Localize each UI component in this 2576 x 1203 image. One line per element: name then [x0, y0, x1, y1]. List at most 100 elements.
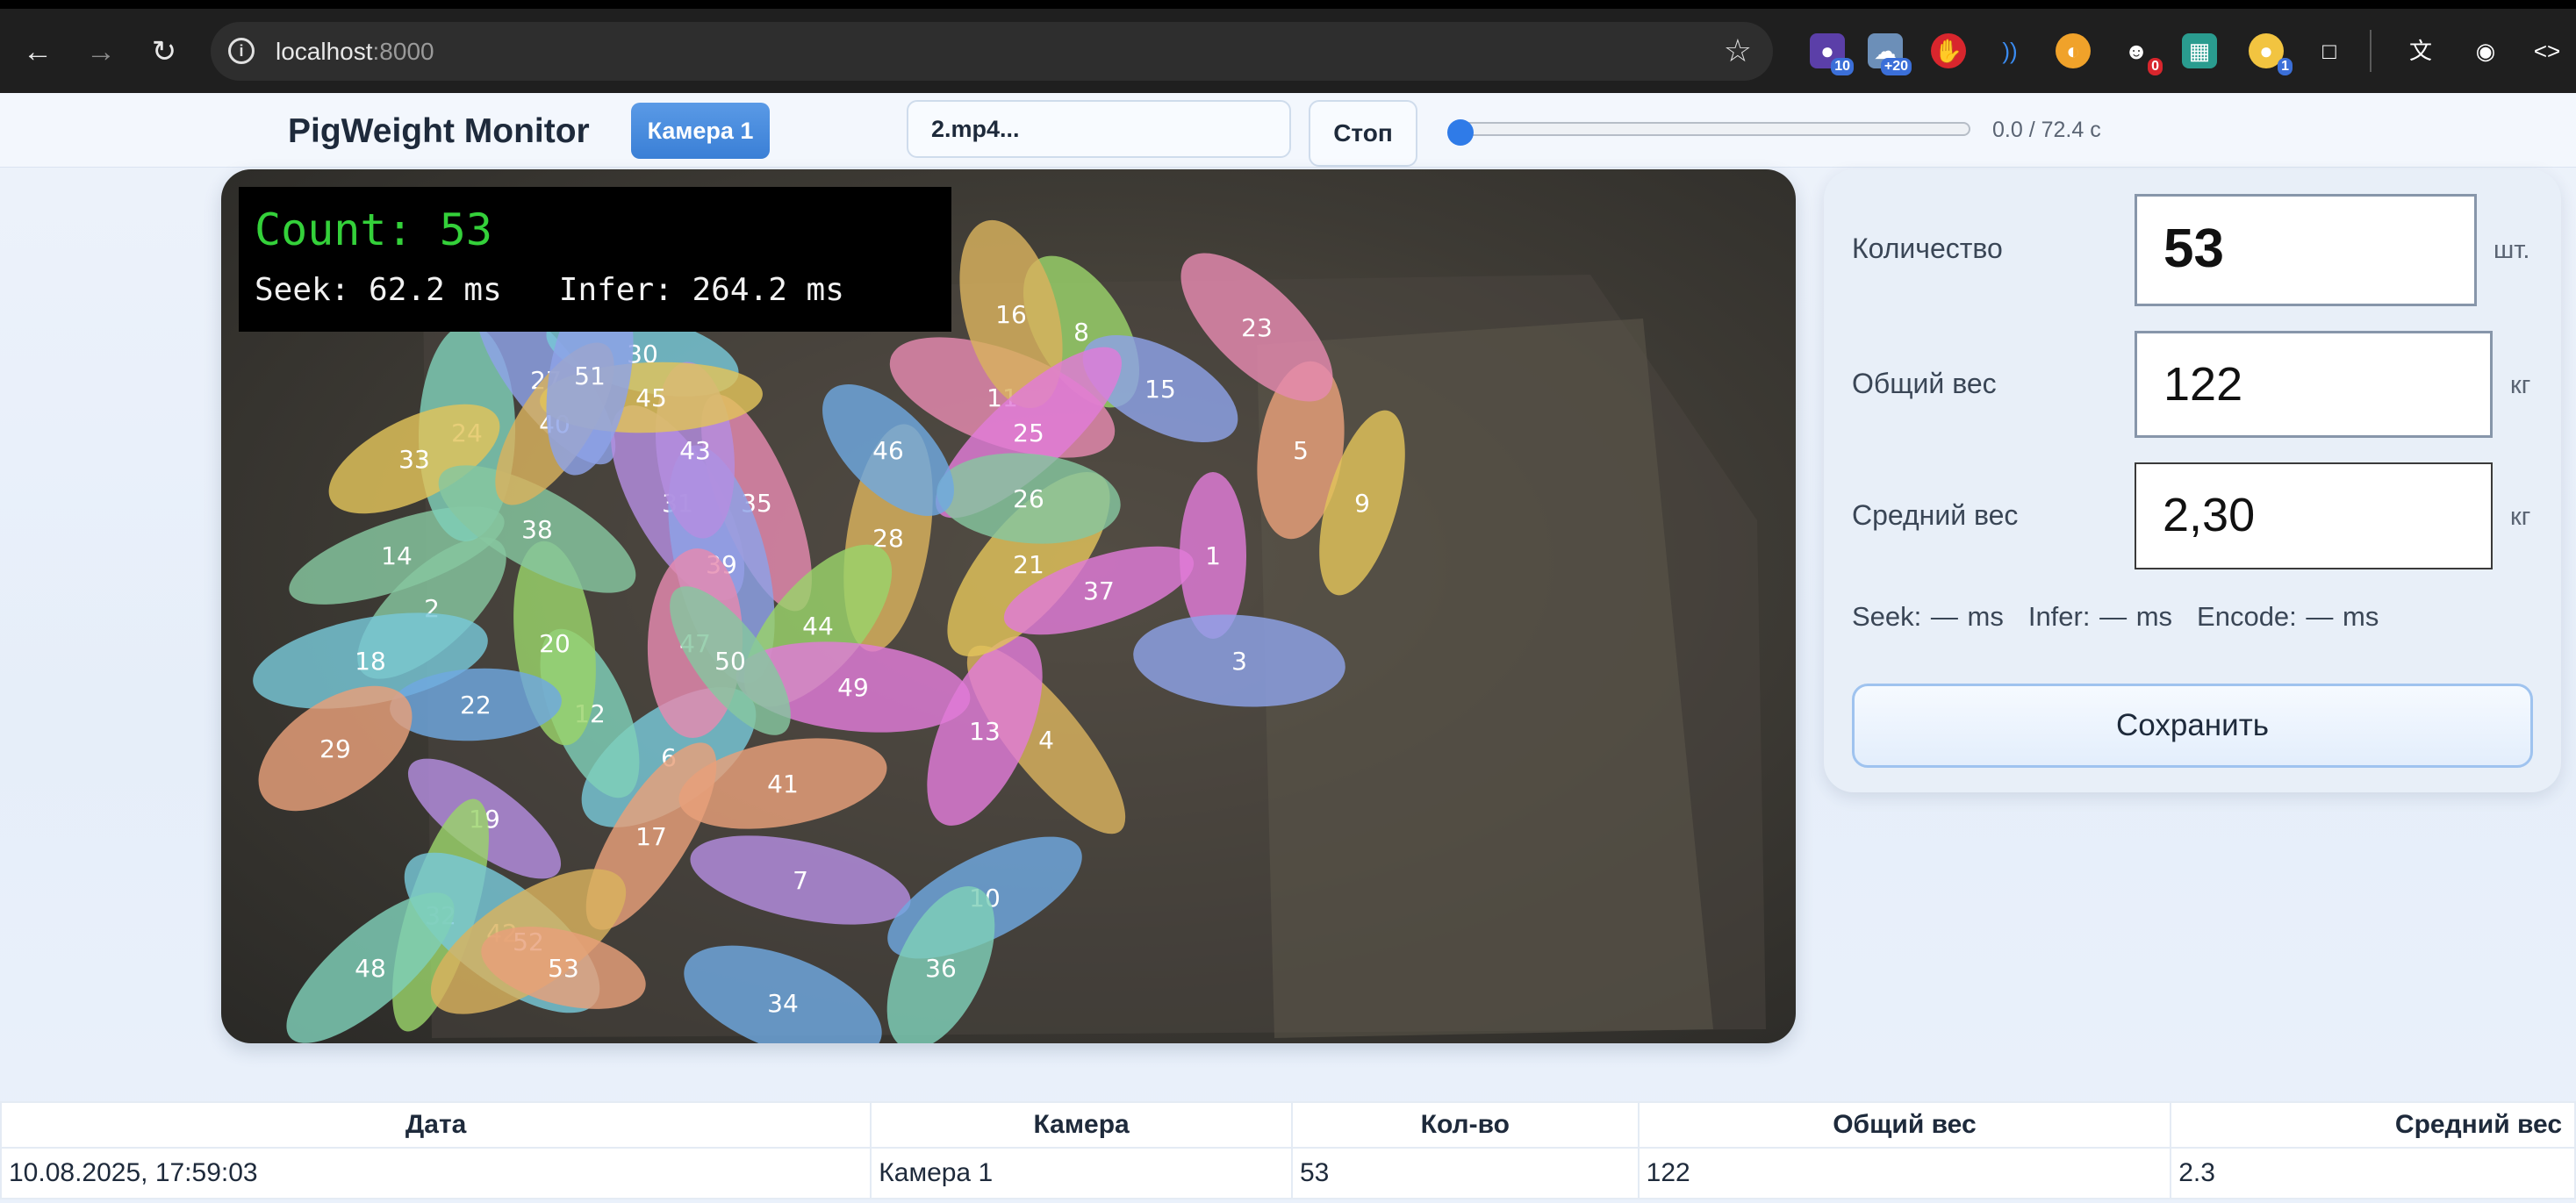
tab-strip: [0, 0, 2576, 9]
save-button[interactable]: Сохранить: [1852, 684, 2533, 768]
file-select[interactable]: 2.mp4...: [907, 100, 1291, 158]
pig-id-label: 15: [1144, 375, 1176, 404]
col-header-camera: Камера: [870, 1101, 1293, 1149]
col-header-count: Кол-во: [1290, 1101, 1640, 1149]
seek-timing: Seek: — ms: [1852, 601, 2004, 632]
ghost-extension-icon[interactable]: ☻ 0: [2119, 33, 2163, 75]
pig-id-label: 1: [1205, 541, 1221, 570]
pig-id-label: 21: [1013, 550, 1044, 579]
pig-id-label: 44: [802, 612, 834, 641]
metrics-panel: Количество 53 шт. Общий вес 122 кг Средн…: [1824, 169, 2561, 792]
time-label: 0.0 / 72.4 с: [1992, 118, 2101, 142]
weather-extension-icon[interactable]: ☁ +20: [1868, 33, 1912, 75]
avg-weight-label: Средний вес: [1852, 499, 2019, 531]
wifi-extension-icon[interactable]: )): [1992, 33, 2027, 68]
pig-id-label: 14: [381, 541, 413, 570]
url-text[interactable]: localhost:8000: [276, 38, 434, 66]
puzzle-extensions-icon[interactable]: □: [2312, 33, 2347, 68]
cell-camera: Камера 1: [870, 1147, 1293, 1199]
total-weight-field[interactable]: 122: [2135, 331, 2493, 438]
pig-id-label: 4: [1038, 726, 1054, 755]
browser-toolbar: ← → ↻ i localhost:8000 ☆ ● 10 ☁ +20 ✋ )) ◐…: [0, 0, 2576, 93]
screenshot-icon[interactable]: ◉: [2468, 33, 2503, 68]
pig-id-label: 16: [995, 300, 1027, 329]
pig-id-label: 7: [793, 866, 808, 895]
avg-weight-field[interactable]: 2,30: [2135, 462, 2493, 569]
translate-icon[interactable]: 文: [2403, 33, 2438, 68]
stop-hand-extension-icon[interactable]: ✋: [1931, 33, 1966, 68]
extension-badge: 0: [2148, 58, 2163, 75]
avg-weight-unit: кг: [2510, 503, 2531, 531]
pig-id-label: 9: [1354, 489, 1370, 518]
total-weight-unit: кг: [2510, 371, 2531, 399]
seek-slider[interactable]: [1451, 122, 1970, 136]
bookmark-star-icon[interactable]: ☆: [1724, 32, 1752, 69]
pig-id-label: 41: [767, 770, 799, 798]
pig-id-label: 53: [548, 954, 579, 983]
pig-id-label: 48: [355, 954, 386, 983]
video-frame: 1234567891011121314151617181920212223242…: [221, 169, 1796, 1043]
app-title: PigWeight Monitor: [288, 112, 590, 150]
forward-icon[interactable]: →: [83, 33, 119, 70]
count-label: Количество: [1852, 233, 2003, 264]
pig-id-label: 36: [925, 954, 957, 983]
pig-id-label: 3: [1231, 647, 1247, 676]
pig-id-label: 22: [460, 691, 492, 720]
count-field[interactable]: 53: [2135, 194, 2477, 306]
back-icon[interactable]: ←: [19, 33, 56, 70]
extension-badge: 1: [2278, 58, 2293, 75]
extension-icon[interactable]: ● 10: [1810, 33, 1854, 75]
pig-id-label: 49: [837, 673, 869, 702]
chart-extension-icon[interactable]: ◐: [2056, 33, 2091, 68]
cell-count: 53: [1290, 1147, 1640, 1199]
extension-badge: 10: [1831, 58, 1854, 75]
cell-avg-weight: 2.3: [2170, 1147, 2576, 1199]
infer-timing: Infer: — ms: [2027, 601, 2173, 632]
history-table: Дата Камера Кол-во Общий вес Средний вес…: [0, 1101, 2576, 1199]
overlay-timings: Seek: 62.2 ms Infer: 264.2 ms: [255, 272, 844, 308]
stop-button[interactable]: Стоп: [1309, 100, 1417, 167]
overlay-count: Count: 53: [255, 204, 492, 255]
cell-total-weight: 122: [1637, 1147, 2172, 1199]
pig-id-label: 18: [355, 647, 386, 676]
seek-slider-thumb[interactable]: [1447, 119, 1474, 146]
extension-badge: +20: [1880, 58, 1912, 75]
col-header-date: Дата: [0, 1101, 872, 1149]
pig-id-label: 50: [714, 647, 746, 676]
pig-id-label: 43: [679, 436, 711, 465]
pig-id-label: 23: [1241, 313, 1273, 342]
count-unit: шт.: [2493, 236, 2530, 264]
url-port: :8000: [372, 38, 434, 65]
pig-id-label: 51: [574, 362, 606, 390]
app-header: PigWeight Monitor Камера 1 2.mp4... Стоп…: [0, 93, 2576, 168]
camera-button[interactable]: Камера 1: [631, 103, 770, 159]
pig-id-label: 17: [635, 822, 667, 851]
pig-id-label: 46: [872, 436, 904, 465]
toolbar-divider: [2370, 30, 2371, 72]
devtools-icon[interactable]: <>: [2529, 33, 2565, 68]
pig-id-label: 37: [1083, 576, 1115, 605]
encode-timing: Encode: — ms: [2197, 601, 2379, 632]
site-info-icon[interactable]: i: [228, 38, 255, 64]
col-header-avg-weight: Средний вес: [2170, 1101, 2576, 1149]
reload-icon[interactable]: ↻: [146, 33, 183, 70]
pig-id-label: 26: [1013, 484, 1044, 513]
pig-id-label: 45: [635, 383, 667, 412]
detection-overlay: Count: 53 Seek: 62.2 ms Infer: 264.2 ms: [239, 187, 951, 332]
user-extension-icon[interactable]: ● 1: [2249, 33, 2293, 75]
cell-date: 10.08.2025, 17:59:03: [0, 1147, 872, 1199]
timings-row: Seek: — ms Infer: — ms Encode: — ms: [1852, 601, 2403, 633]
pig-id-label: 13: [969, 717, 1001, 746]
url-host: localhost: [276, 38, 373, 65]
address-bar[interactable]: i localhost:8000 ☆: [211, 22, 1773, 81]
pig-id-label: 38: [521, 515, 553, 544]
pig-id-label: 34: [767, 989, 799, 1018]
pig-id-label: 25: [1013, 419, 1044, 448]
pig-id-label: 29: [319, 734, 351, 763]
table-row[interactable]: 10.08.2025, 17:59:03 Камера 1 53 122 2.3: [0, 1147, 2576, 1199]
pig-id-label: 8: [1073, 318, 1089, 347]
pig-id-label: 5: [1293, 436, 1309, 465]
pig-id-label: 20: [539, 629, 570, 658]
grid-extension-icon[interactable]: ▦: [2182, 33, 2217, 68]
total-weight-label: Общий вес: [1852, 368, 1997, 399]
